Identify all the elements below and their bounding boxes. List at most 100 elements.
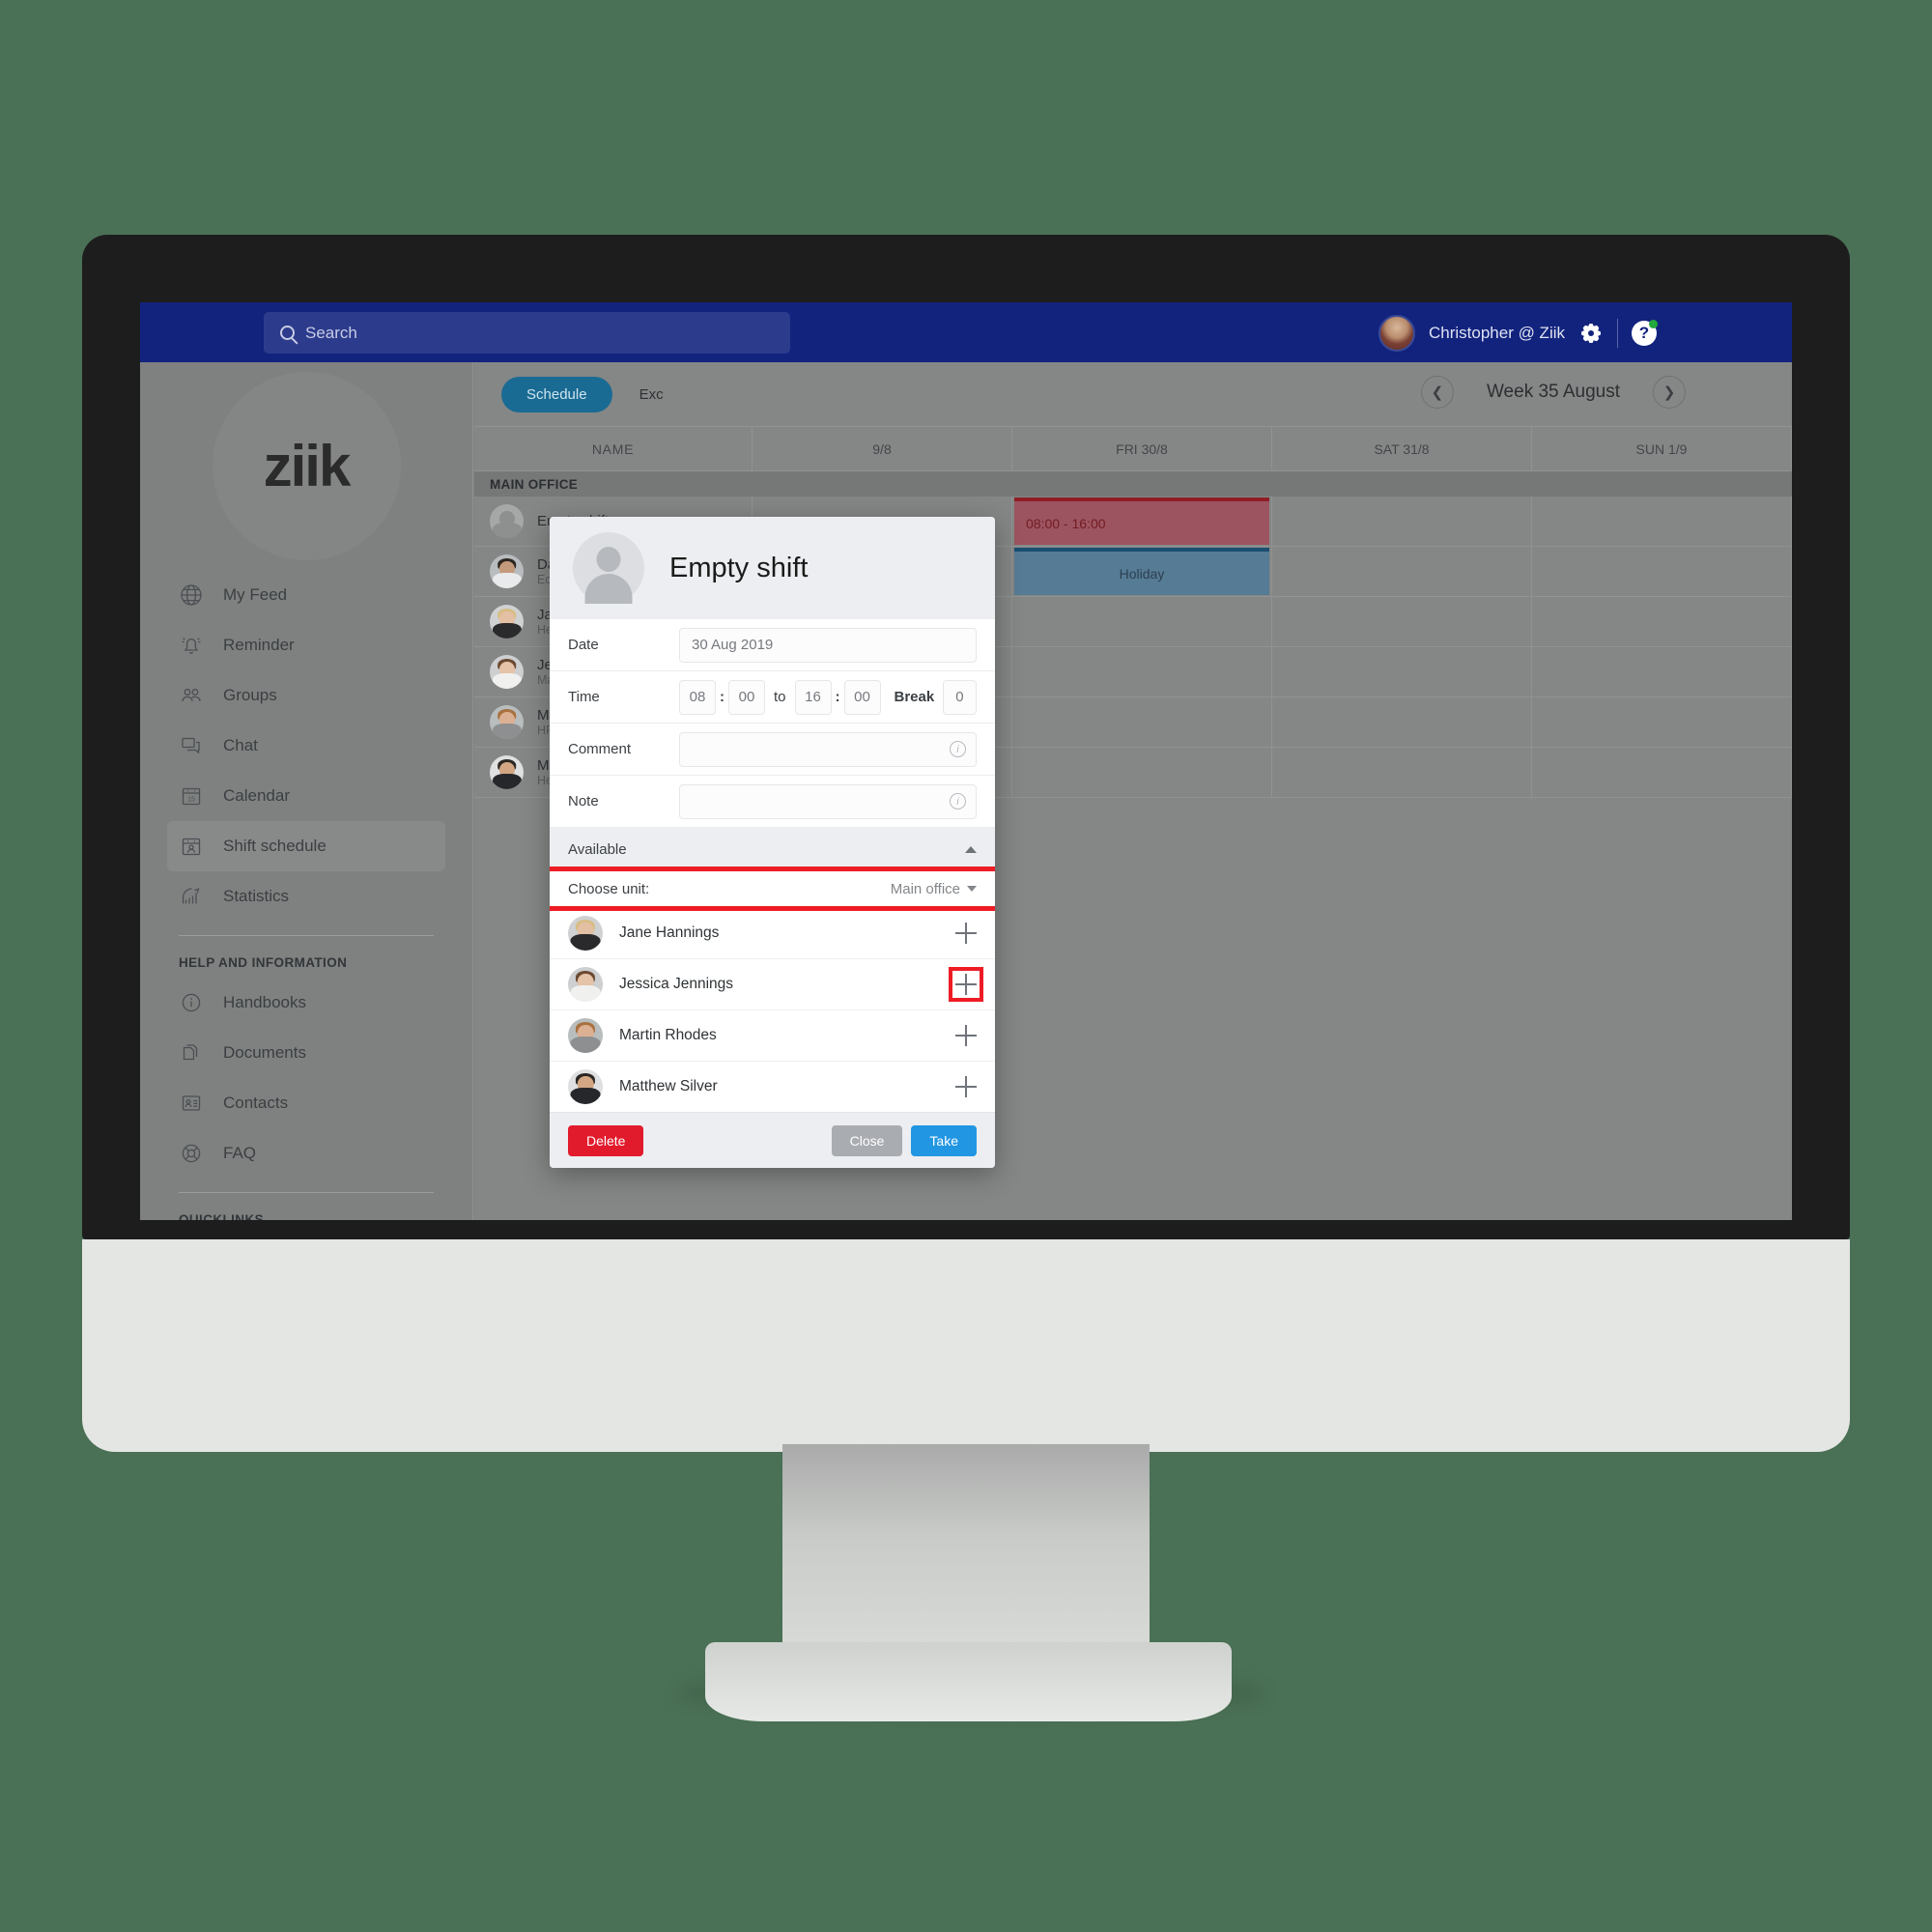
sidebar-item-label: FAQ (223, 1144, 257, 1162)
monitor-stand-column (782, 1444, 1150, 1676)
logo-circle: ziik (212, 372, 401, 560)
schedule-cell[interactable] (1272, 497, 1532, 546)
schedule-cell[interactable] (1272, 697, 1532, 747)
sidebar-item-chat[interactable]: Chat (167, 721, 445, 771)
info-circle-icon (179, 990, 204, 1015)
monitor-bezel: Search Christopher @ Ziik ? ziik My Feed… (82, 235, 1850, 1239)
schedule-cell[interactable] (1532, 597, 1792, 646)
sidebar-item-contacts[interactable]: Contacts (167, 1078, 445, 1128)
comment-label: Comment (568, 741, 632, 757)
delete-button[interactable]: Delete (568, 1124, 644, 1156)
schedule-cell[interactable] (1012, 597, 1272, 646)
search-input[interactable]: Search (264, 312, 790, 354)
available-person-name: Jane Hannings (619, 924, 720, 941)
user-area: Christopher @ Ziik ? (1378, 314, 1658, 353)
choose-unit-value-wrap: Main office (891, 881, 977, 897)
group-label: MAIN OFFICE (490, 476, 579, 492)
sidebar-item-documents[interactable]: Documents (167, 1028, 445, 1078)
caret-down-icon (967, 886, 977, 892)
list-item[interactable]: Jessica Jennings (550, 958, 995, 1009)
chevron-left-icon[interactable]: ❮ (1420, 376, 1454, 409)
take-button[interactable]: Take (911, 1124, 977, 1156)
footer-actions: Close Take (831, 1124, 977, 1156)
add-person-button[interactable] (949, 967, 983, 1002)
time-to-hour-field[interactable]: 16 (794, 679, 832, 715)
schedule-cell[interactable] (1272, 547, 1532, 596)
notification-dot (1649, 320, 1658, 328)
info-icon[interactable]: i (950, 741, 966, 757)
sidebar-item-label: Statistics (223, 887, 290, 905)
comment-field[interactable]: i (679, 731, 977, 767)
avatar[interactable] (1378, 315, 1415, 352)
help-icon[interactable]: ? (1632, 320, 1658, 346)
available-section-toggle[interactable]: Available (550, 828, 995, 870)
time-from-hour-field[interactable]: 08 (679, 679, 716, 715)
close-button[interactable]: Close (831, 1124, 903, 1156)
colon-separator: : (720, 689, 724, 705)
sidebar-item-label: My Feed (223, 585, 288, 604)
sidebar-item-groups[interactable]: Groups (167, 670, 445, 721)
gear-icon[interactable] (1578, 321, 1604, 346)
sidebar-item-my-feed[interactable]: My Feed (167, 570, 445, 620)
schedule-cell[interactable] (1532, 547, 1792, 596)
chevron-right-icon[interactable]: ❯ (1653, 376, 1686, 409)
globe-icon (179, 582, 204, 608)
schedule-cell[interactable] (1272, 748, 1532, 797)
schedule-cell[interactable]: Holiday (1012, 547, 1272, 596)
choose-unit-selector[interactable]: Choose unit: Main office (550, 870, 995, 907)
list-item[interactable]: Martin Rhodes (550, 1009, 995, 1061)
sidebar-help-nav: Handbooks Documents Contacts FAQ (140, 978, 472, 1179)
sidebar-item-calendar[interactable]: 15 Calendar (167, 771, 445, 821)
choose-unit-label: Choose unit: (568, 880, 650, 897)
week-navigation: ❮ Week 35 August ❯ (1420, 376, 1686, 409)
date-field[interactable]: 30 Aug 2019 (679, 627, 977, 663)
schedule-cell[interactable] (1532, 748, 1792, 797)
column-header-name: NAME (474, 427, 753, 470)
tab-exchange[interactable]: Exc (639, 386, 664, 403)
schedule-cell[interactable]: 08:00 - 16:00 (1012, 497, 1272, 546)
tab-schedule[interactable]: Schedule (501, 376, 612, 412)
break-field[interactable]: 0 (943, 679, 977, 715)
sidebar-item-label: Handbooks (223, 993, 307, 1011)
sidebar-item-label: Groups (223, 686, 277, 704)
calendar-icon: 15 (179, 783, 204, 809)
caret-up-icon (965, 845, 977, 853)
contact-card-icon (179, 1091, 204, 1116)
note-field[interactable]: i (679, 783, 977, 819)
list-item[interactable]: Matthew Silver (550, 1061, 995, 1112)
add-person-button[interactable] (955, 923, 977, 944)
week-label: Week 35 August (1486, 382, 1620, 402)
documents-icon (179, 1040, 204, 1065)
available-person-name: Matthew Silver (619, 1078, 718, 1094)
sidebar-item-handbooks[interactable]: Handbooks (167, 978, 445, 1028)
schedule-cell[interactable] (1012, 748, 1272, 797)
logo-text: ziik (263, 434, 352, 498)
time-to-minute-field[interactable]: 00 (843, 679, 881, 715)
column-header-day: FRI 30/8 (1012, 427, 1272, 470)
schedule-cell[interactable] (1532, 497, 1792, 546)
note-row: Note i (550, 776, 995, 828)
info-icon[interactable]: i (950, 793, 966, 810)
schedule-cell[interactable] (1532, 647, 1792, 696)
sidebar-item-shift-schedule[interactable]: Shift schedule (167, 821, 445, 871)
schedule-cell[interactable] (1272, 647, 1532, 696)
time-from-minute-field[interactable]: 00 (728, 679, 765, 715)
list-item[interactable]: Jane Hannings (550, 907, 995, 958)
schedule-cell[interactable] (1532, 697, 1792, 747)
empty-shift-dialog: Empty shift Date 30 Aug 2019 Time 08 : 0… (550, 517, 995, 1168)
sidebar-item-statistics[interactable]: Statistics (167, 871, 445, 922)
note-label: Note (568, 793, 599, 810)
schedule-cell[interactable] (1272, 597, 1532, 646)
sidebar-item-reminder[interactable]: Reminder (167, 620, 445, 670)
schedule-cell[interactable] (1012, 697, 1272, 747)
shift-block[interactable]: 08:00 - 16:00 (1014, 497, 1269, 545)
add-person-button[interactable] (955, 1025, 977, 1046)
chat-icon (179, 733, 204, 758)
schedule-cell[interactable] (1012, 647, 1272, 696)
sidebar-item-faq[interactable]: FAQ (167, 1128, 445, 1179)
add-person-button[interactable] (955, 1076, 977, 1097)
date-label: Date (568, 637, 599, 653)
help-section-title: HELP AND INFORMATION (179, 955, 348, 970)
available-person-name: Martin Rhodes (619, 1027, 717, 1043)
holiday-block[interactable]: Holiday (1014, 548, 1269, 595)
